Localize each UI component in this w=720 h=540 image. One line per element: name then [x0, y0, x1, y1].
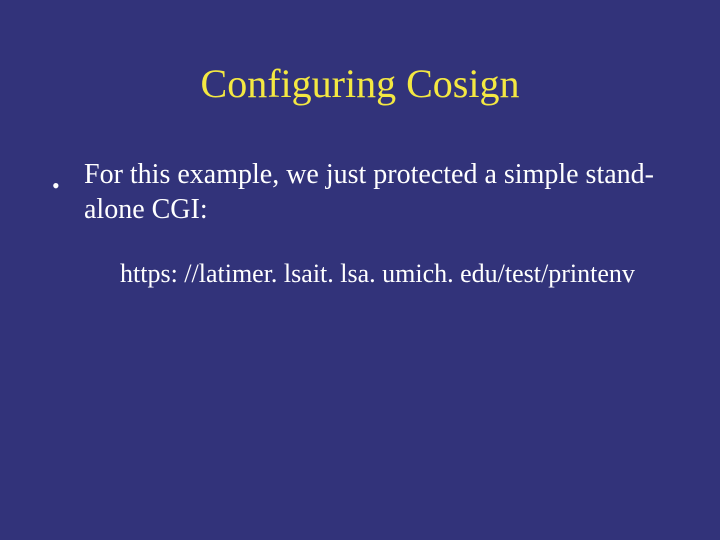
- bullet-text: For this example, we just protected a si…: [84, 157, 672, 227]
- slide-content: For this example, we just protected a si…: [0, 157, 720, 291]
- slide-container: Configuring Cosign For this example, we …: [0, 0, 720, 540]
- url-text: https: //latimer. lsait. lsa. umich. edu…: [48, 257, 672, 291]
- slide-title: Configuring Cosign: [0, 0, 720, 157]
- bullet-icon: [48, 157, 84, 202]
- bullet-item: For this example, we just protected a si…: [48, 157, 672, 227]
